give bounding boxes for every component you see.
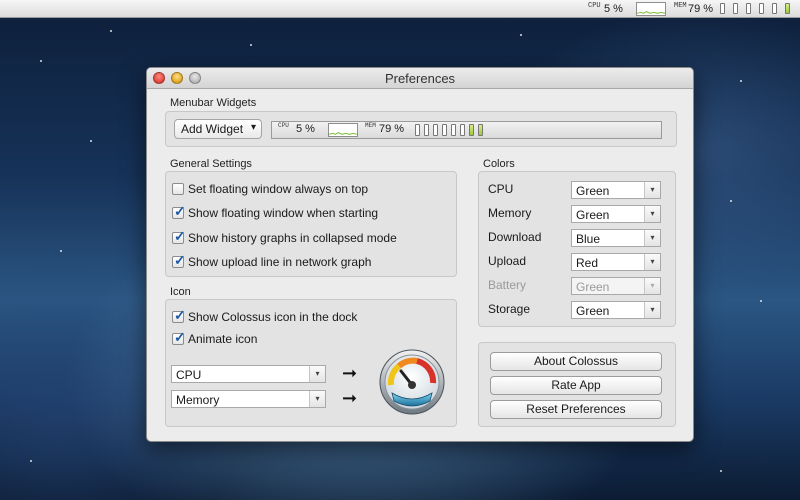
- checkbox-label: Show upload line in network graph: [188, 255, 372, 269]
- chevron-down-icon: ▾: [644, 230, 660, 246]
- add-widget-button[interactable]: Add Widget ▾: [174, 119, 262, 139]
- preview-cpu-value: 5 %: [296, 123, 315, 135]
- color-select-download[interactable]: Blue ▾: [571, 229, 661, 247]
- title-bar[interactable]: Preferences: [147, 68, 693, 89]
- preview-mem-label: MEM: [365, 122, 376, 129]
- battery-cell-icon: [785, 3, 790, 14]
- window-title: Preferences: [384, 71, 456, 86]
- colors-title: Colors: [483, 158, 515, 170]
- chevron-down-icon: ▾: [644, 278, 660, 294]
- battery-cell-icon: [478, 124, 483, 136]
- color-select-cpu[interactable]: Green ▾: [571, 181, 661, 199]
- menubar-cpu-label: CPU: [588, 2, 601, 10]
- menubar-cpu-graph[interactable]: [636, 2, 666, 16]
- checkbox-label: Show history graphs in collapsed mode: [188, 231, 397, 245]
- menubar-cpu-value[interactable]: 5 %: [604, 3, 623, 15]
- widget-preview-strip[interactable]: CPU 5 % MEM 79 %: [271, 121, 662, 139]
- menubar-mem-value[interactable]: 79 %: [688, 3, 713, 15]
- rate-app-button[interactable]: Rate App: [490, 376, 662, 395]
- color-label-battery: Battery: [488, 278, 527, 292]
- battery-cell-icon: [772, 3, 777, 14]
- battery-cell-icon: [733, 3, 738, 14]
- color-select-storage[interactable]: Green ▾: [571, 301, 661, 319]
- select-value: Green: [576, 184, 610, 198]
- chevron-down-icon: ▾: [644, 182, 660, 198]
- battery-cell-icon: [720, 3, 725, 14]
- icon-source-select-1[interactable]: CPU ▾: [171, 365, 326, 383]
- battery-cell-icon: [442, 124, 447, 136]
- cpu-graph-icon: [637, 10, 665, 14]
- checkbox-label: Animate icon: [188, 332, 258, 346]
- battery-cell-icon: [460, 124, 465, 136]
- chevron-down-icon: ▾: [309, 366, 325, 382]
- color-select-battery: Green ▾: [571, 277, 661, 295]
- add-widget-label: Add Widget: [181, 122, 244, 136]
- color-label-download: Download: [488, 230, 542, 244]
- icon-source-select-2[interactable]: Memory ▾: [171, 390, 326, 408]
- battery-cell-icon: [433, 124, 438, 136]
- arrow-right-icon: ➞: [342, 388, 358, 408]
- checkbox-animate-icon[interactable]: ✓ Animate icon: [172, 330, 432, 348]
- select-value: Memory: [176, 393, 220, 407]
- battery-cell-icon: [451, 124, 456, 136]
- cpu-graph-icon: [329, 131, 357, 135]
- select-value: Green: [576, 304, 610, 318]
- general-settings-title: General Settings: [170, 158, 252, 170]
- battery-cell-icon: [759, 3, 764, 14]
- checkmark-icon[interactable]: ✓: [172, 229, 186, 244]
- checkmark-icon[interactable]: ✓: [172, 330, 186, 345]
- color-label-storage: Storage: [488, 302, 531, 316]
- menubar-mem-label: MEM: [674, 2, 687, 10]
- select-value: Blue: [576, 232, 601, 246]
- arrow-right-icon: ➞: [342, 363, 358, 383]
- preview-cpu-label: CPU: [278, 122, 289, 129]
- checkbox-label: Show floating window when starting: [188, 206, 379, 220]
- checkbox-floating-when-starting[interactable]: ✓ Show floating window when starting: [172, 204, 452, 222]
- checkmark-icon[interactable]: ✓: [172, 204, 186, 219]
- chevron-down-icon: ▾: [644, 302, 660, 318]
- color-label-memory: Memory: [488, 206, 532, 220]
- battery-cell-icon: [424, 124, 429, 136]
- select-value: Green: [576, 208, 610, 222]
- menubar: CPU 5 % MEM 79 %: [0, 0, 800, 18]
- color-label-upload: Upload: [488, 254, 527, 268]
- menubar-widgets-title: Menubar Widgets: [170, 97, 257, 109]
- chevron-down-icon: ▾: [309, 391, 325, 407]
- select-value: CPU: [176, 368, 202, 382]
- color-select-memory[interactable]: Green ▾: [571, 205, 661, 223]
- checkbox-upload-line[interactable]: ✓ Show upload line in network graph: [172, 253, 452, 271]
- about-colossus-button[interactable]: About Colossus: [490, 352, 662, 371]
- select-value: Green: [576, 280, 610, 294]
- select-value: Red: [576, 256, 599, 270]
- checkbox-floating-on-top[interactable]: Set floating window always on top: [172, 182, 452, 198]
- battery-cell-icon: [746, 3, 751, 14]
- chevron-down-icon: ▾: [250, 122, 256, 133]
- preview-mem-value: 79 %: [379, 123, 405, 135]
- chevron-down-icon: ▾: [644, 206, 660, 222]
- gauge-icon: [377, 349, 447, 415]
- battery-cell-icon: [415, 124, 420, 136]
- checkbox-label: Show Colossus icon in the dock: [188, 310, 358, 324]
- preview-cpu-graph: [328, 123, 358, 137]
- chevron-down-icon: ▾: [644, 254, 660, 270]
- checkbox-history-graphs[interactable]: ✓ Show history graphs in collapsed mode: [172, 229, 452, 247]
- reset-preferences-button[interactable]: Reset Preferences: [490, 400, 662, 419]
- checkmark-icon[interactable]: ✓: [172, 308, 186, 323]
- checkbox-unchecked-icon[interactable]: [172, 183, 184, 195]
- color-select-upload[interactable]: Red ▾: [571, 253, 661, 271]
- battery-cell-icon: [469, 124, 474, 136]
- checkbox-label: Set floating window always on top: [188, 182, 369, 196]
- checkbox-show-dock-icon[interactable]: ✓ Show Colossus icon in the dock: [172, 308, 432, 326]
- checkmark-icon[interactable]: ✓: [172, 253, 186, 268]
- icon-section-title: Icon: [170, 286, 191, 298]
- color-label-cpu: CPU: [488, 182, 514, 196]
